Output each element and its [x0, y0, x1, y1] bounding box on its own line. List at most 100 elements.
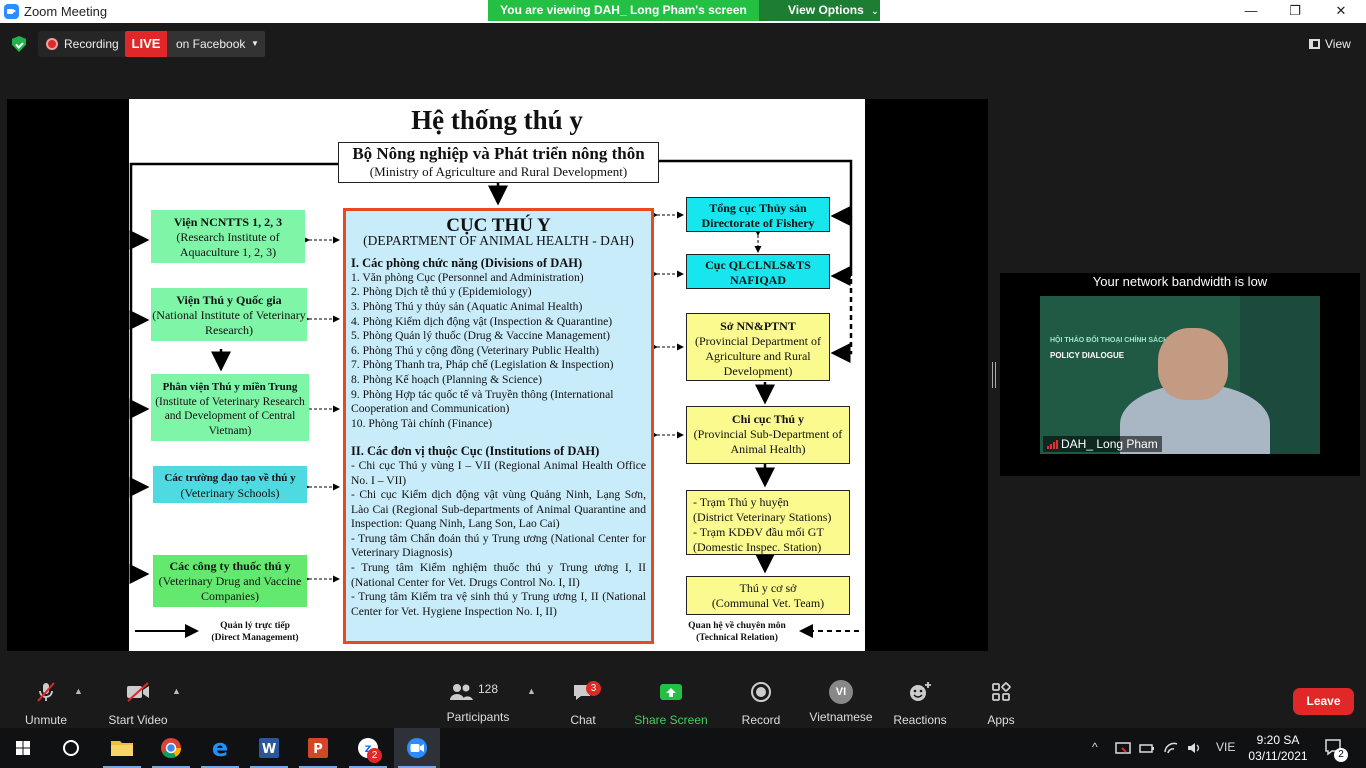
box-subtitle: (Institute of Veterinary Research and De…	[155, 395, 305, 437]
svg-text:P: P	[313, 742, 323, 757]
district-stations-box: - Trạm Thú y huyện (District Veterinary …	[686, 490, 850, 555]
participants-label: Participants	[446, 710, 510, 724]
meeting-controls: Unmute ▲ Start Video ▲ 128 Participants …	[0, 676, 1366, 728]
district-line: - Trạm KDĐV đầu mối GT	[693, 525, 824, 539]
security-alert-icon[interactable]	[1114, 739, 1132, 757]
division-item: 8. Phòng Kế hoạch (Planning & Science)	[351, 372, 542, 386]
live-stream-dropdown[interactable]: on Facebook ▼	[167, 31, 265, 57]
record-icon	[751, 682, 771, 702]
zoom-meeting-window: Zoom Meeting — ❐ ✕ You are viewing DAH_ …	[0, 0, 1366, 768]
box-title: Viện NCNTTS 1, 2, 3	[173, 215, 283, 229]
file-explorer-taskbar[interactable]	[99, 728, 145, 768]
chrome-taskbar[interactable]	[148, 728, 194, 768]
share-screen-label: Share Screen	[634, 713, 708, 727]
participant-face	[1158, 328, 1228, 400]
video-options-caret[interactable]: ▲	[172, 686, 181, 696]
division-item: 2. Phòng Dịch tễ thú y (Epidemiology)	[351, 285, 532, 299]
legend-technical-vi: Quan hệ về chuyên môn	[688, 621, 786, 631]
nafiqad-box: Cục QLCLNLS&TS NAFIQAD	[686, 254, 830, 289]
smiley-plus-icon	[910, 682, 931, 701]
box-title: Các trường đạo tạo về thú y	[164, 472, 296, 484]
recording-indicator[interactable]: Recording	[38, 31, 127, 57]
box-title: Tổng cục Thủy sản	[709, 201, 807, 215]
encryption-shield-icon[interactable]	[12, 36, 26, 52]
start-button[interactable]	[0, 728, 46, 768]
chat-unread-badge: 3	[586, 681, 601, 696]
maximize-button[interactable]: ❐	[1272, 0, 1318, 23]
input-language[interactable]: VIE	[1216, 740, 1235, 754]
language-globe-icon: VI	[829, 680, 853, 704]
video-off-icon	[127, 682, 149, 702]
chevron-down-icon: ⌄	[871, 6, 879, 16]
participants-button[interactable]: 128 Participants	[444, 680, 512, 724]
view-options-button[interactable]: View Options ⌄	[759, 0, 880, 21]
legend-technical-relation: Quan hệ về chuyên môn (Technical Relatio…	[677, 620, 797, 644]
fishery-directorate-box: Tổng cục Thủy sản Directorate of Fishery	[686, 197, 830, 232]
box-subtitle: (Research Institute of Aquaculture 1, 2,…	[176, 230, 280, 259]
volume-icon[interactable]	[1186, 739, 1204, 757]
box-title: Viện Thú y Quốc gia	[176, 293, 282, 307]
divisions-heading: I. Các phòng chức năng (Divisions of DAH…	[351, 256, 583, 271]
interpretation-button[interactable]: VI Vietnamese	[808, 680, 874, 724]
windows-logo-icon	[16, 741, 30, 755]
box-title: Thú y cơ sở	[739, 581, 797, 595]
division-item: 9. Phòng Hợp tác quốc tế và Truyền thông…	[351, 387, 614, 416]
vet-drug-companies-box: Các công ty thuốc thú y (Veterinary Drug…	[153, 555, 307, 607]
taskbar-clock[interactable]: 9:20 SA 03/11/2021	[1244, 732, 1312, 764]
provincial-department-box: Sở NN&PTNT (Provincial Department of Agr…	[686, 313, 830, 381]
box-subtitle: (Veterinary Schools)	[180, 485, 280, 500]
battery-icon[interactable]	[1138, 739, 1156, 757]
record-button[interactable]: Record	[738, 680, 784, 727]
apps-button[interactable]: Apps	[982, 680, 1020, 727]
screen-share-banner: You are viewing DAH_ Long Pham's screen	[488, 0, 759, 21]
view-options-label: View Options	[788, 3, 864, 17]
live-badge: LIVE	[125, 31, 167, 57]
edge-icon: e	[212, 734, 228, 762]
record-dot-icon	[46, 38, 58, 50]
box-title: Cục QLCLNLS&TS	[705, 258, 811, 272]
word-taskbar[interactable]: W	[246, 728, 292, 768]
apps-label: Apps	[987, 713, 1015, 727]
participants-options-caret[interactable]: ▲	[527, 686, 536, 696]
powerpoint-taskbar[interactable]: P	[295, 728, 341, 768]
zoom-taskbar[interactable]	[394, 728, 440, 768]
box-subtitle: (Communal Vet. Team)	[711, 596, 825, 610]
caret-down-icon: ▼	[251, 39, 259, 48]
show-hidden-icons-caret[interactable]: ^	[1092, 740, 1098, 754]
search-taskbar-button[interactable]	[48, 728, 94, 768]
live-stream-target: on Facebook	[176, 37, 246, 51]
ministry-box: Bộ Nông nghiệp và Phát triển nông thôn (…	[338, 142, 659, 183]
close-button[interactable]: ✕	[1318, 0, 1364, 23]
institutions-heading: II. Các đơn vị thuộc Cục (Institutions o…	[351, 444, 600, 459]
interpretation-label: Vietnamese	[809, 710, 873, 724]
zalo-taskbar[interactable]: Z 2	[345, 728, 391, 768]
folder-icon	[111, 741, 133, 756]
muted-microphone-icon	[37, 682, 55, 702]
chat-button[interactable]: 3 Chat	[564, 680, 602, 727]
unmute-button[interactable]: Unmute	[20, 680, 72, 727]
reactions-button[interactable]: Reactions	[892, 680, 948, 727]
box-subtitle: (Veterinary Drug and Vaccine Companies)	[158, 574, 302, 603]
wifi-icon[interactable]	[1162, 739, 1180, 757]
minimize-button[interactable]: —	[1228, 0, 1274, 23]
slide-title: Hệ thống thú y	[411, 105, 583, 135]
legend-direct-vi: Quản lý trực tiếp	[220, 621, 290, 631]
word-icon: W	[259, 738, 279, 758]
record-label: Record	[741, 713, 781, 727]
view-button[interactable]: View	[1302, 31, 1358, 57]
audio-options-caret[interactable]: ▲	[74, 686, 83, 696]
provincial-subdepartment-box: Chi cục Thú y (Provincial Sub-Department…	[686, 406, 850, 464]
participants-icon	[450, 684, 473, 700]
edge-taskbar[interactable]: e	[197, 728, 243, 768]
banner-text: POLICY DIALOGUE	[1050, 351, 1125, 360]
participant-video-tile[interactable]: HỘI THẢO ĐỐI THOẠI CHÍNH SÁCH POLICY DIA…	[1040, 296, 1320, 454]
start-video-button[interactable]: Start Video	[106, 680, 170, 727]
panel-splitter-handle[interactable]	[992, 362, 996, 388]
leave-button[interactable]: Leave	[1293, 688, 1354, 715]
division-item: 5. Phòng Quản lý thuốc (Drug & Vaccine M…	[351, 329, 610, 343]
share-screen-button[interactable]: Share Screen	[634, 680, 708, 727]
division-item: 4. Phòng Kiểm dịch động vật (Inspection …	[351, 314, 613, 328]
vet-schools-box: Các trường đạo tạo về thú y (Veterinary …	[153, 466, 307, 503]
dah-title: CỤC THÚ Y	[446, 215, 551, 236]
clock-date: 03/11/2021	[1248, 749, 1308, 763]
